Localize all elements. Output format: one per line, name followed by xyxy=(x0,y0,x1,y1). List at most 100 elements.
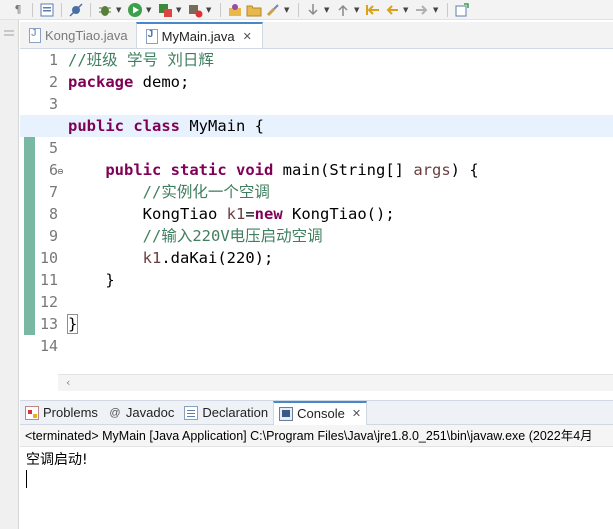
toolbar-separator xyxy=(447,2,448,17)
line-number: 3 xyxy=(48,95,58,113)
toolbar-separator xyxy=(298,2,299,17)
line-number: 11 xyxy=(39,271,58,289)
previous-annotation-icon[interactable] xyxy=(335,2,351,18)
views-tab-bar: Problems @ Javadoc Declaration Console ✕ xyxy=(20,400,613,425)
external-tools-dropdown-icon[interactable]: ▼ xyxy=(206,6,214,14)
tab-declaration[interactable]: Declaration xyxy=(179,401,273,425)
code-editor[interactable]: 1 2 3 4 5 6 7 8 9 10 11 12 13 14 ⊖ //班级 … xyxy=(20,49,613,392)
code-text: .daKai(220); xyxy=(161,249,274,267)
javadoc-at-icon: @ xyxy=(109,406,121,419)
code-line-6: public static void main(String[] args) { xyxy=(68,159,613,181)
code-text: } xyxy=(105,271,115,289)
coverage-icon[interactable] xyxy=(157,2,173,18)
fold-collapse-icon[interactable]: ⊖ xyxy=(57,167,64,176)
forward-icon[interactable] xyxy=(414,2,430,18)
next-annotation-dropdown-icon[interactable]: ▼ xyxy=(324,6,332,14)
tab-console[interactable]: Console ✕ xyxy=(273,400,368,425)
code-text: KongTiao(); xyxy=(282,205,395,223)
code-line-7: //实例化一个空调 xyxy=(68,181,613,203)
keyword: public xyxy=(68,117,124,135)
code-text: KongTiao xyxy=(142,205,227,223)
variable: k1 xyxy=(142,249,162,267)
line-number: 5 xyxy=(48,139,58,157)
trim-handle[interactable] xyxy=(4,34,14,36)
line-number: 7 xyxy=(48,183,58,201)
scroll-left-icon[interactable]: ‹ xyxy=(66,376,70,389)
coverage-dropdown-icon[interactable]: ▼ xyxy=(176,6,184,14)
tab-problems[interactable]: Problems xyxy=(20,401,103,425)
back-dropdown-icon[interactable]: ▼ xyxy=(403,6,411,14)
line-number: 12 xyxy=(39,293,58,311)
code-line-11: } xyxy=(68,269,613,291)
keyword: class xyxy=(133,117,181,135)
debug-icon[interactable] xyxy=(97,2,113,18)
java-file-icon xyxy=(145,29,158,44)
run-icon[interactable] xyxy=(127,2,143,18)
search-dropdown-icon[interactable]: ▼ xyxy=(284,6,292,14)
tab-label: Javadoc xyxy=(125,405,175,420)
trim-handle[interactable] xyxy=(4,30,14,32)
toggle-breadcrumb-icon[interactable] xyxy=(39,2,55,18)
toolbar-separator xyxy=(220,2,221,17)
run-dropdown-icon[interactable]: ▼ xyxy=(146,6,154,14)
skip-breakpoints-icon[interactable] xyxy=(68,2,84,18)
close-tab-icon[interactable]: ✕ xyxy=(243,30,252,43)
horizontal-scrollbar[interactable]: ‹ xyxy=(58,374,613,391)
comment: //实例化一个空调 xyxy=(142,183,270,201)
editor-tab-bar: KongTiao.java MyMain.java ✕ xyxy=(20,22,613,49)
tab-kongtiao-java[interactable]: KongTiao.java xyxy=(20,22,136,48)
debug-dropdown-icon[interactable]: ▼ xyxy=(116,6,124,14)
external-tools-icon[interactable] xyxy=(187,2,203,18)
pilcrow-icon[interactable]: ¶ xyxy=(10,2,26,18)
tab-javadoc[interactable]: @ Javadoc xyxy=(103,401,179,425)
tab-mymain-java[interactable]: MyMain.java ✕ xyxy=(135,22,263,48)
new-java-package-icon[interactable] xyxy=(227,2,243,18)
line-number: 8 xyxy=(48,205,58,223)
code-text: ) { xyxy=(450,161,479,179)
console-process-label: <terminated> MyMain [Java Application] C… xyxy=(20,425,613,447)
code-text: MyMain { xyxy=(180,117,265,135)
previous-annotation-dropdown-icon[interactable]: ▼ xyxy=(354,6,362,14)
keyword: package xyxy=(68,73,134,91)
code-line-2: package demo; xyxy=(68,71,613,93)
keyword: public xyxy=(105,161,162,179)
toolbar-separator xyxy=(32,2,33,17)
code-line-8: KongTiao k1=new KongTiao(); xyxy=(68,203,613,225)
main-toolbar: ¶ ▼ ▼ ▼ ▼ ▼ ▼ ▼ ▼ ▼ xyxy=(0,0,613,20)
open-folder-icon[interactable] xyxy=(246,2,262,18)
code-text: main(String[] xyxy=(273,161,414,179)
tab-label: MyMain.java xyxy=(161,28,235,44)
comment: //班级 学号 刘日辉 xyxy=(68,51,214,69)
close-tab-icon[interactable]: ✕ xyxy=(352,407,361,420)
console-icon xyxy=(279,406,294,421)
java-file-icon xyxy=(28,28,41,43)
code-line-13: } xyxy=(66,313,613,335)
tab-label: Problems xyxy=(43,405,98,420)
text-caret xyxy=(26,470,27,488)
tab-label: KongTiao.java xyxy=(45,27,128,43)
last-edit-location-icon[interactable] xyxy=(365,2,381,18)
keyword: void xyxy=(236,161,274,179)
operator: = xyxy=(245,205,255,223)
toolbar-separator xyxy=(90,2,91,17)
search-icon[interactable] xyxy=(265,2,281,18)
back-icon[interactable] xyxy=(384,2,400,18)
tab-label: Console xyxy=(297,406,345,421)
line-number: 10 xyxy=(39,249,58,267)
line-number: 9 xyxy=(48,227,58,245)
open-perspective-icon[interactable] xyxy=(454,2,470,18)
next-annotation-icon[interactable] xyxy=(305,2,321,18)
forward-dropdown-icon[interactable]: ▼ xyxy=(433,6,441,14)
tab-label: Declaration xyxy=(202,405,269,420)
console-view[interactable]: <terminated> MyMain [Java Application] C… xyxy=(20,425,613,529)
variable: k1 xyxy=(226,205,246,223)
console-output-text: 空调启动! xyxy=(26,452,88,468)
